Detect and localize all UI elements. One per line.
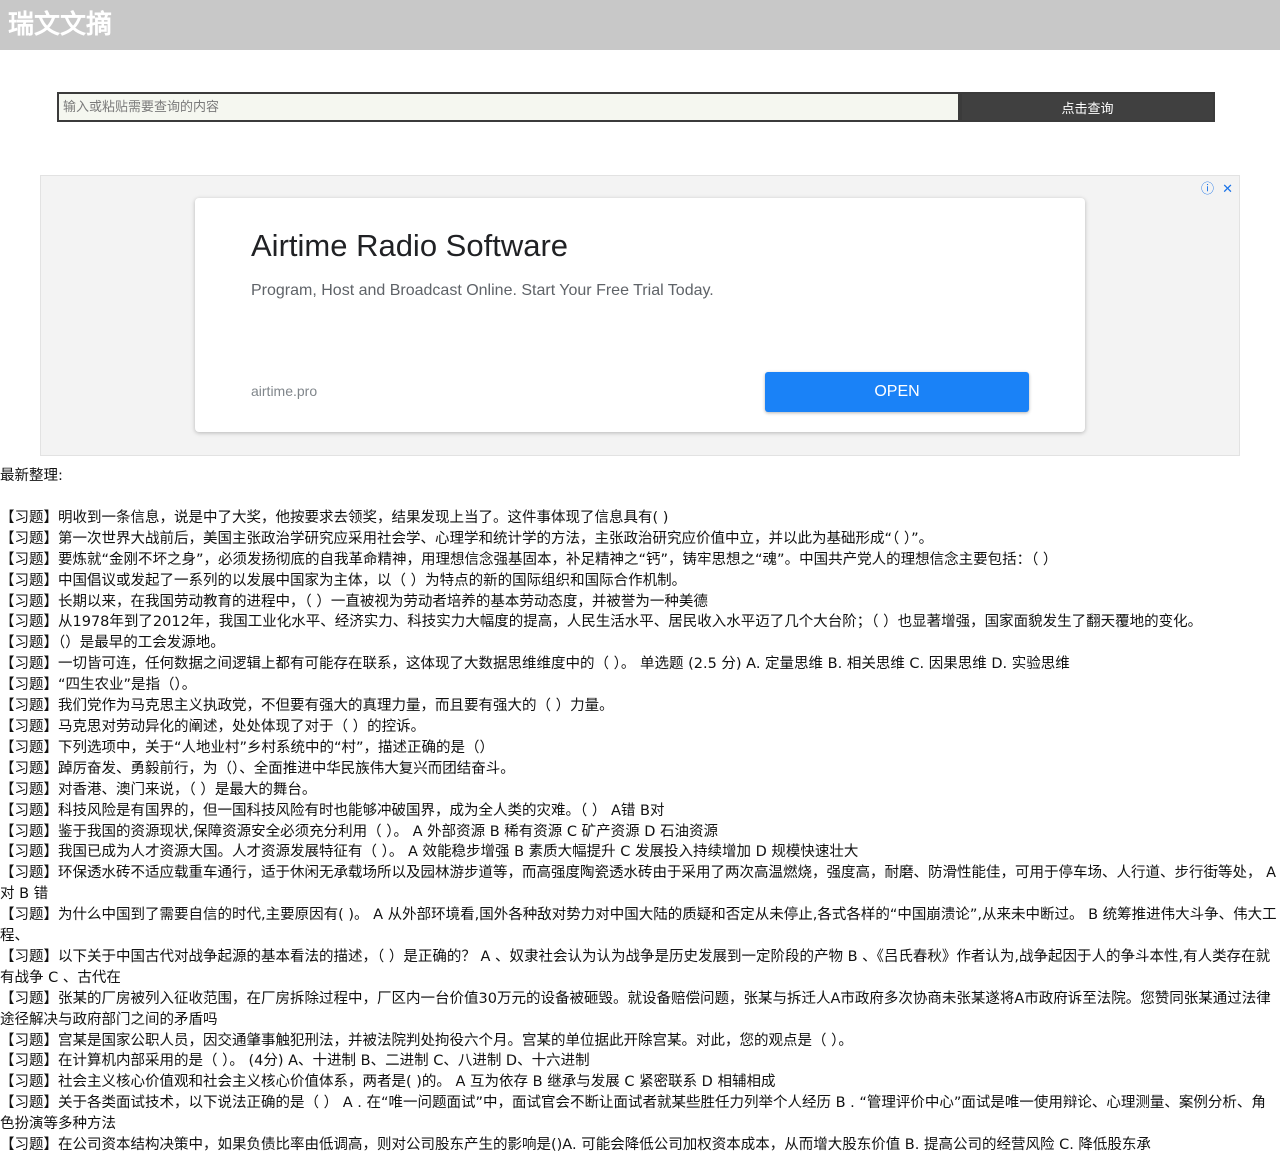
- list-item[interactable]: 【习题】环保透水砖不适应载重车通行，适于休闲无承载场所以及园林游步道等，而高强度…: [0, 863, 1280, 905]
- list-item[interactable]: 【习题】马克思对劳动异化的阐述，处处体现了对于（ ）的控诉。: [0, 717, 1280, 738]
- top-bar: 瑞文文摘: [0, 0, 1280, 50]
- list-item[interactable]: 【习题】我们党作为马克思主义执政党，不但要有强大的真理力量，而且要有强大的（ ）…: [0, 696, 1280, 717]
- list-item[interactable]: 【习题】鉴于我国的资源现状,保障资源安全必须充分利用（ ）。 A 外部资源 B …: [0, 822, 1280, 843]
- search-input[interactable]: [57, 92, 960, 122]
- list-item[interactable]: 【习题】（）是最早的工会发源地。: [0, 633, 1280, 654]
- list-item[interactable]: 【习题】明收到一条信息，说是中了大奖，他按要求去领奖，结果发现上当了。这件事体现…: [0, 508, 1280, 529]
- list-item[interactable]: 【习题】“四生农业”是指（）。: [0, 675, 1280, 696]
- list-item[interactable]: 【习题】第一次世界大战前后，美国主张政治学研究应采用社会学、心理学和统计学的方法…: [0, 529, 1280, 550]
- list-item[interactable]: 【习题】在公司资本结构决策中，如果负债比率由低调高，则对公司股东产生的影响是()…: [0, 1135, 1280, 1156]
- list-item[interactable]: 【习题】下列选项中，关于“人地业村”乡村系统中的“村”，描述正确的是（）: [0, 738, 1280, 759]
- list-item[interactable]: 【习题】我国已成为人才资源大国。人才资源发展特征有（ ）。 A 效能稳步增强 B…: [0, 842, 1280, 863]
- site-title[interactable]: 瑞文文摘: [8, 8, 112, 42]
- list-item[interactable]: 【习题】中国倡议或发起了一系列的以发展中国家为主体，以（ ）为特点的新的国际组织…: [0, 571, 1280, 592]
- ad-controls: ⓘ ✕: [1197, 178, 1233, 197]
- ad-card[interactable]: Airtime Radio Software Program, Host and…: [195, 198, 1085, 432]
- ad-headline[interactable]: Airtime Radio Software: [251, 228, 568, 264]
- ad-description: Program, Host and Broadcast Online. Star…: [251, 282, 714, 299]
- list-item[interactable]: 【习题】在计算机内部采用的是（ ）。 (4分) A、十进制 B、二进制 C、八进…: [0, 1051, 1280, 1072]
- content-list: 最新整理: 【习题】明收到一条信息，说是中了大奖，他按要求去领奖，结果发现上当了…: [0, 466, 1280, 1156]
- list-item[interactable]: 【习题】一切皆可连，任何数据之间逻辑上都有可能存在联系，这体现了大数据思维维度中…: [0, 654, 1280, 675]
- list-item[interactable]: 【习题】长期以来，在我国劳动教育的进程中，（ ）一直被视为劳动者培养的基本劳动态…: [0, 592, 1280, 613]
- ad-banner: ⓘ ✕ Airtime Radio Software Program, Host…: [40, 175, 1240, 456]
- section-label: 最新整理:: [0, 468, 63, 484]
- list-item[interactable]: 【习题】张某的厂房被列入征收范围，在厂房拆除过程中，厂区内一台价值30万元的设备…: [0, 989, 1280, 1031]
- list-item[interactable]: 【习题】关于各类面试技术，以下说法正确的是（ ） A . 在“唯一问题面试”中，…: [0, 1093, 1280, 1135]
- list-item[interactable]: 【习题】对香港、澳门来说，（ ）是最大的舞台。: [0, 780, 1280, 801]
- list-item[interactable]: 【习题】为什么中国到了需要自信的时代,主要原因有( )。 A 从外部环境看,国外…: [0, 905, 1280, 947]
- search-button[interactable]: 点击查询: [960, 92, 1215, 122]
- ad-open-button[interactable]: OPEN: [765, 372, 1029, 412]
- ad-domain[interactable]: airtime.pro: [251, 383, 317, 399]
- list-item[interactable]: 【习题】科技风险是有国界的，但一国科技风险有时也能够冲破国界，成为全人类的灾难。…: [0, 801, 1280, 822]
- close-icon[interactable]: ✕: [1222, 182, 1233, 197]
- search-bar: 点击查询: [57, 92, 1215, 122]
- list-item[interactable]: 【习题】宫某是国家公职人员，因交通肇事触犯刑法，并被法院判处拘役六个月。宫某的单…: [0, 1031, 1280, 1052]
- list-item[interactable]: 【习题】要炼就“金刚不坏之身”，必须发扬彻底的自我革命精神，用理想信念强基固本，…: [0, 550, 1280, 571]
- list-item[interactable]: 【习题】从1978年到了2012年，我国工业化水平、经济实力、科技实力大幅度的提…: [0, 612, 1280, 633]
- list-item[interactable]: 【习题】踔厉奋发、勇毅前行，为（）、全面推进中华民族伟大复兴而团结奋斗。: [0, 759, 1280, 780]
- info-icon[interactable]: ⓘ: [1201, 182, 1214, 197]
- list-item[interactable]: 【习题】社会主义核心价值观和社会主义核心价值体系，两者是( )的。 A 互为依存…: [0, 1072, 1280, 1093]
- list-item[interactable]: 【习题】以下关于中国古代对战争起源的基本看法的描述，（ ）是正确的？ A 、奴隶…: [0, 947, 1280, 989]
